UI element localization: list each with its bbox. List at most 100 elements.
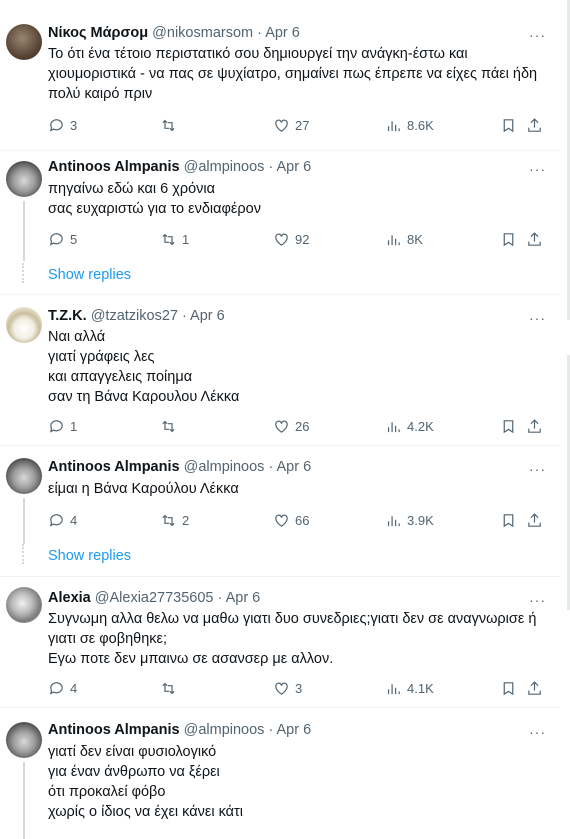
action-bar: 4 2 66 3.9K bbox=[48, 510, 548, 530]
show-replies-link[interactable]: Show replies bbox=[48, 267, 131, 283]
tweet-text-line: είμαι η Βάνα Καρούλου Λέκκα bbox=[48, 481, 239, 497]
tweet-text-line: χιουμοριστικά - να πας σε ψυχίατρο, σημα… bbox=[48, 66, 538, 82]
views-button[interactable]: 4.2K bbox=[385, 416, 434, 436]
avatar[interactable] bbox=[6, 161, 42, 197]
views-button[interactable]: 8.6K bbox=[385, 115, 434, 135]
tweet-text-line: πολύ καιρό πριν bbox=[48, 86, 153, 102]
share-button[interactable] bbox=[526, 510, 543, 530]
share-button[interactable] bbox=[526, 229, 543, 249]
bookmark-icon bbox=[503, 232, 514, 246]
bookmark-button[interactable] bbox=[500, 678, 517, 698]
views-icon bbox=[387, 421, 400, 432]
bookmark-icon bbox=[503, 118, 514, 132]
share-icon bbox=[528, 680, 541, 695]
tweet[interactable]: Antinoos Almpanis @almpinoos · Apr 6 ···… bbox=[0, 446, 560, 576]
repost-button[interactable] bbox=[160, 416, 182, 436]
like-button[interactable]: 92 bbox=[273, 229, 309, 249]
reply-count: 3 bbox=[70, 117, 78, 133]
repost-icon bbox=[162, 514, 175, 526]
avatar[interactable] bbox=[6, 722, 42, 758]
bookmark-button[interactable] bbox=[500, 416, 517, 436]
thread-dots bbox=[22, 544, 24, 564]
display-name[interactable]: Antinoos Almpanis bbox=[48, 722, 180, 738]
tweet[interactable]: Antinoos Almpanis @almpinoos · Apr 6 ···… bbox=[0, 708, 560, 839]
more-options-icon[interactable]: ··· bbox=[529, 725, 546, 739]
views-button[interactable]: 8K bbox=[385, 229, 423, 249]
reply-icon bbox=[49, 118, 63, 132]
tweet-text-line: Ναι αλλά bbox=[48, 329, 106, 345]
reply-icon bbox=[49, 232, 63, 246]
repost-icon bbox=[162, 119, 175, 131]
avatar[interactable] bbox=[6, 307, 42, 343]
reply-button[interactable]: 3 bbox=[48, 115, 77, 135]
share-icon bbox=[528, 117, 541, 132]
repost-button[interactable] bbox=[160, 115, 182, 135]
views-icon bbox=[387, 234, 400, 245]
more-options-icon[interactable]: ··· bbox=[529, 28, 546, 42]
views-button[interactable]: 4.1K bbox=[385, 678, 434, 698]
like-icon bbox=[275, 514, 288, 527]
share-icon bbox=[528, 418, 541, 433]
show-replies-link[interactable]: Show replies bbox=[48, 548, 131, 564]
reply-button[interactable]: 4 bbox=[48, 510, 77, 530]
more-options-icon[interactable]: ··· bbox=[529, 593, 546, 607]
handle-and-date[interactable]: @tzatzikos27 · Apr 6 bbox=[91, 308, 225, 324]
tweet[interactable]: Νίκος Μάρσομ @nikosmarsom · Apr 6 ··· Το… bbox=[0, 0, 560, 150]
like-button[interactable]: 66 bbox=[273, 510, 309, 530]
tweet-text-line: Εγω ποτε δεν μπαινω σε ασανσερ με αλλον. bbox=[48, 651, 334, 667]
handle-and-date[interactable]: @nikosmarsom · Apr 6 bbox=[152, 25, 300, 41]
display-name[interactable]: Νίκος Μάρσομ bbox=[48, 25, 148, 41]
repost-button[interactable] bbox=[160, 678, 182, 698]
tweet[interactable]: Alexia @Alexia27735605 · Apr 6 ··· Συγνω… bbox=[0, 577, 560, 707]
more-options-icon[interactable]: ··· bbox=[529, 462, 546, 476]
view-count: 3.9K bbox=[407, 512, 434, 528]
share-icon bbox=[528, 231, 541, 246]
like-count: 26 bbox=[295, 418, 310, 434]
action-bar: 1 26 4.2K bbox=[48, 416, 548, 436]
views-icon bbox=[387, 683, 400, 694]
bookmark-button[interactable] bbox=[500, 115, 517, 135]
handle-and-date[interactable]: @almpinoos · Apr 6 bbox=[184, 722, 312, 738]
handle-and-date[interactable]: @almpinoos · Apr 6 bbox=[184, 459, 312, 475]
share-button[interactable] bbox=[526, 115, 543, 135]
share-icon bbox=[528, 512, 541, 527]
display-name[interactable]: Antinoos Almpanis bbox=[48, 159, 180, 175]
reply-button[interactable]: 5 bbox=[48, 229, 77, 249]
avatar[interactable] bbox=[6, 458, 42, 494]
tweet-text-line: Το ότι ένα τέτοιο περιστατικό σου δημιου… bbox=[48, 46, 468, 62]
bookmark-icon bbox=[503, 513, 514, 527]
display-name[interactable]: Alexia bbox=[48, 590, 91, 606]
bookmark-button[interactable] bbox=[500, 510, 517, 530]
reply-count: 1 bbox=[70, 418, 78, 434]
tweet[interactable]: Antinoos Almpanis @almpinoos · Apr 6 ···… bbox=[0, 151, 560, 291]
tweet[interactable]: T.Z.K. @tzatzikos27 · Apr 6 ··· Ναι αλλά… bbox=[0, 295, 560, 445]
avatar[interactable] bbox=[6, 24, 42, 60]
bookmark-icon bbox=[503, 681, 514, 695]
handle-and-date[interactable]: @almpinoos · Apr 6 bbox=[184, 159, 312, 175]
display-name[interactable]: T.Z.K. bbox=[48, 308, 87, 324]
more-options-icon[interactable]: ··· bbox=[529, 311, 546, 325]
tweet-text: Συγνωμη αλλα θελω να μαθω γιατι δυο συνε… bbox=[48, 609, 548, 669]
views-button[interactable]: 3.9K bbox=[385, 510, 434, 530]
like-button[interactable]: 26 bbox=[273, 416, 309, 436]
reply-button[interactable]: 1 bbox=[48, 416, 77, 436]
more-options-icon[interactable]: ··· bbox=[529, 162, 546, 176]
view-count: 4.1K bbox=[407, 680, 434, 696]
share-button[interactable] bbox=[526, 678, 543, 698]
handle-and-date[interactable]: @Alexia27735605 · Apr 6 bbox=[95, 590, 260, 606]
bookmark-icon bbox=[503, 419, 514, 433]
share-button[interactable] bbox=[526, 416, 543, 436]
repost-button[interactable]: 2 bbox=[160, 510, 189, 530]
avatar[interactable] bbox=[6, 587, 42, 623]
bookmark-button[interactable] bbox=[500, 229, 517, 249]
like-button[interactable]: 27 bbox=[273, 115, 309, 135]
tweet-header: Antinoos Almpanis @almpinoos · Apr 6 bbox=[48, 458, 311, 476]
like-count: 66 bbox=[295, 512, 310, 528]
reply-button[interactable]: 4 bbox=[48, 678, 77, 698]
display-name[interactable]: Antinoos Almpanis bbox=[48, 459, 180, 475]
action-bar: 5 1 92 8K bbox=[48, 229, 548, 249]
tweet-header: Antinoos Almpanis @almpinoos · Apr 6 bbox=[48, 721, 311, 739]
view-count: 8K bbox=[407, 231, 423, 247]
like-button[interactable]: 3 bbox=[273, 678, 302, 698]
repost-button[interactable]: 1 bbox=[160, 229, 189, 249]
